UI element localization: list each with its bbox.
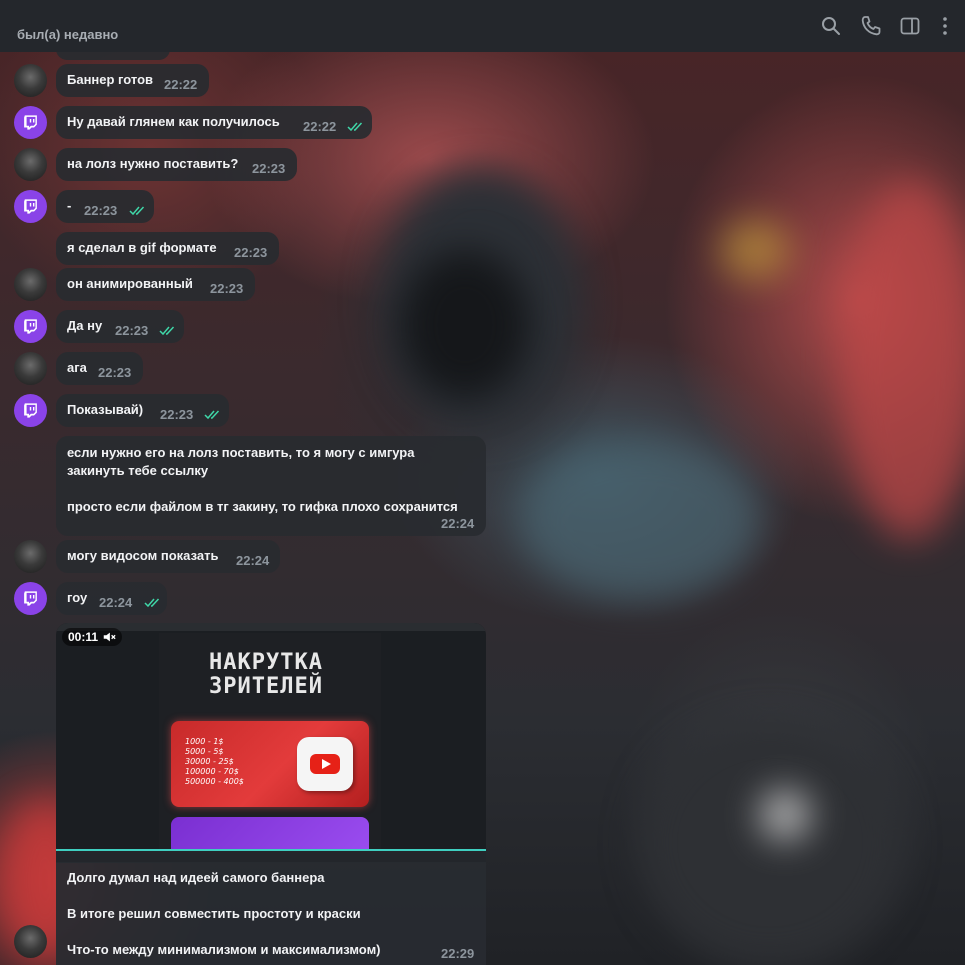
message-time: 22:23 xyxy=(115,323,149,338)
avatar[interactable] xyxy=(14,925,47,958)
message-bubble[interactable]: Ну давай глянем как получилось 22:22 xyxy=(56,106,372,139)
message-time: 22:23 xyxy=(234,245,268,260)
video-duration: 00:11 xyxy=(68,630,99,644)
message-bubble[interactable]: на лолз нужно поставить? 22:23 xyxy=(56,148,297,181)
twitch-icon xyxy=(24,199,37,214)
avatar[interactable] xyxy=(14,268,47,301)
message-bubble[interactable]: Показывай) 22:23 xyxy=(56,394,229,427)
message-time: 22:24 xyxy=(99,595,133,610)
message-text: просто если файлом в тг закину, то гифка… xyxy=(67,499,458,514)
message-bubble[interactable]: он анимированный 22:23 xyxy=(56,268,255,301)
read-check-icon xyxy=(204,410,220,420)
message-bubble[interactable]: я сделал в gif формате 22:23 xyxy=(56,232,279,265)
youtube-icon xyxy=(297,737,353,791)
chat-header: был(а) недавно xyxy=(0,0,965,52)
twitch-icon xyxy=(24,591,37,606)
price-list: 1000 - 1$ 5000 - 5$ 30000 - 25$ 100000 -… xyxy=(185,737,244,786)
message-bubble[interactable]: могу видосом показать 22:24 xyxy=(56,540,280,573)
video-badge[interactable]: 00:11 xyxy=(62,628,123,646)
message-time: 22:24 xyxy=(236,553,270,568)
message-text: могу видосом показать xyxy=(67,548,219,563)
message-bubble[interactable]: - 22:23 xyxy=(56,190,154,223)
message-time: 22:23 xyxy=(84,203,118,218)
message-text: Ну давай глянем как получилось xyxy=(67,114,280,129)
message-time: 22:23 xyxy=(210,281,244,296)
avatar[interactable] xyxy=(14,310,47,343)
read-check-icon xyxy=(129,206,145,216)
avatar[interactable] xyxy=(14,190,47,223)
message-bubble[interactable]: гоу 22:24 xyxy=(56,582,167,615)
video-taskbar xyxy=(56,849,486,863)
message-text: - xyxy=(67,198,72,213)
more-icon[interactable] xyxy=(933,14,953,38)
avatar[interactable] xyxy=(14,394,47,427)
message-text: он анимированный xyxy=(67,276,193,291)
banner-title: НАКРУТКА ЗРИТЕЛЕЙ xyxy=(209,650,323,699)
message-time: 22:24 xyxy=(441,516,475,531)
avatar[interactable] xyxy=(14,352,47,385)
message-time: 22:23 xyxy=(160,407,194,422)
avatar[interactable] xyxy=(14,540,47,573)
phone-icon[interactable] xyxy=(859,14,883,38)
message-text: гоу xyxy=(67,590,88,605)
contact-status: был(а) недавно xyxy=(17,27,119,42)
message-bubble[interactable]: Баннер готов 22:22 xyxy=(56,64,209,97)
caption-text: Долго думал над идеей самого баннера xyxy=(67,870,325,885)
message-text: я сделал в gif формате xyxy=(67,240,217,255)
message-text: Показывай) xyxy=(67,402,144,417)
message-text: закинуть тебе ссылку xyxy=(67,463,209,478)
avatar[interactable] xyxy=(14,582,47,615)
message-time: 22:23 xyxy=(98,365,132,380)
sidebar-icon[interactable] xyxy=(898,14,922,38)
caption-text: В итоге решил совместить простоту и крас… xyxy=(67,906,361,921)
banner-preview: НАКРУТКА ЗРИТЕЛЕЙ 1000 - 1$ 5000 - 5$ 30… xyxy=(159,633,381,857)
message-bubble[interactable]: ага 22:23 xyxy=(56,352,143,385)
mute-icon[interactable] xyxy=(102,630,116,644)
avatar[interactable] xyxy=(14,148,47,181)
message-text: Да ну xyxy=(67,318,103,333)
twitch-icon xyxy=(24,115,37,130)
message-time: 22:22 xyxy=(303,119,337,134)
twitch-icon xyxy=(24,319,37,334)
read-check-icon xyxy=(144,598,160,608)
message-bubble[interactable]: если нужно его на лолз поставить, то я м… xyxy=(56,436,486,536)
message-time: 22:29 xyxy=(441,946,475,961)
search-icon[interactable] xyxy=(819,14,843,38)
message-text: если нужно его на лолз поставить, то я м… xyxy=(67,445,415,460)
twitch-icon xyxy=(24,403,37,418)
caption-text: Что-то между минимализмом и максимализмо… xyxy=(67,942,381,957)
youtube-price-card: 1000 - 1$ 5000 - 5$ 30000 - 25$ 100000 -… xyxy=(171,721,369,807)
message-text: ага xyxy=(67,360,87,375)
avatar[interactable] xyxy=(14,64,47,97)
message-text: Баннер готов xyxy=(67,72,154,87)
read-check-icon xyxy=(347,122,363,132)
video-player[interactable]: 00:11 НАКРУТКА ЗРИТЕЛЕЙ 1000 - 1$ 5000 -… xyxy=(56,623,486,863)
message-text: на лолз нужно поставить? xyxy=(67,156,239,171)
video-top-bar xyxy=(56,623,486,631)
message-time: 22:23 xyxy=(252,161,286,176)
message-bubble[interactable]: Да ну 22:23 xyxy=(56,310,184,343)
message-time: 22:22 xyxy=(164,77,198,92)
video-caption[interactable]: Долго думал над идеей самого баннера В и… xyxy=(56,862,486,965)
read-check-icon xyxy=(159,326,175,336)
avatar[interactable] xyxy=(14,106,47,139)
